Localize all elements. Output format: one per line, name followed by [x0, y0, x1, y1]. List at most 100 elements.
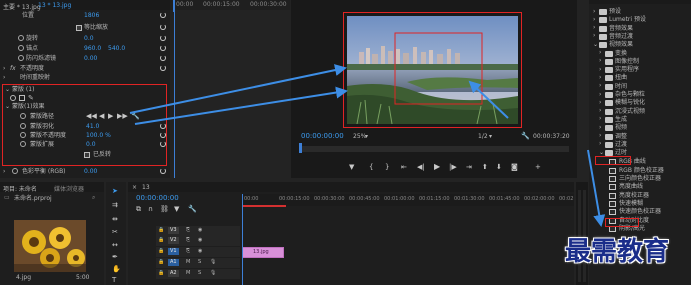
- program-timecode[interactable]: 00:00:00:00: [301, 133, 344, 140]
- expand-chevron-icon[interactable]: ›: [599, 58, 601, 64]
- mute-icon[interactable]: M: [186, 260, 190, 265]
- hand-tool-icon[interactable]: ✋: [112, 266, 121, 273]
- microphone-icon[interactable]: 🎙: [210, 260, 216, 265]
- effect-item[interactable]: 亮度曲线: [619, 184, 643, 190]
- chevron-down-icon[interactable]: ▾: [489, 134, 492, 140]
- effects-folder-item[interactable]: Lumetri 预设: [609, 17, 646, 23]
- pen-mask-icon[interactable]: ✎: [28, 95, 34, 102]
- expand-chevron-icon[interactable]: ⌄: [5, 87, 10, 93]
- track-label[interactable]: A2: [168, 270, 179, 277]
- stopwatch-icon[interactable]: [20, 123, 26, 129]
- anchor-y-value[interactable]: 540.0: [108, 46, 125, 52]
- sequence-tab[interactable]: 13 * 13.jpg: [38, 2, 71, 9]
- checkbox-icon[interactable]: [76, 25, 82, 31]
- add-marker-icon[interactable]: ▼: [349, 164, 354, 171]
- effects-folder-item[interactable]: 变换: [615, 50, 627, 57]
- sync-lock-icon[interactable]: ⎘: [186, 238, 190, 243]
- pen-tool-icon[interactable]: ✒: [112, 254, 118, 261]
- reset-icon[interactable]: [160, 65, 166, 71]
- antiflicker-value[interactable]: 0.00: [84, 56, 97, 62]
- camera-icon[interactable]: ◙: [511, 164, 518, 171]
- video-frame[interactable]: [347, 16, 518, 124]
- row-mask-name[interactable]: ⌄ 蒙版(1)效果: [0, 103, 170, 112]
- track-label[interactable]: A1: [168, 259, 179, 266]
- expand-chevron-icon[interactable]: ›: [599, 74, 601, 81]
- row-time-remap[interactable]: › 时间重映射: [0, 74, 170, 83]
- playhead[interactable]: [299, 143, 302, 153]
- media-browser-tab[interactable]: 媒体浏览器: [54, 184, 84, 193]
- anchor-x-value[interactable]: 960.0: [84, 46, 101, 52]
- wrench-icon[interactable]: 🔧: [131, 113, 140, 120]
- selection-tool-icon[interactable]: ➤: [112, 188, 118, 195]
- effects-folder-item[interactable]: 视频效果: [609, 42, 633, 48]
- clip-13-jpg[interactable]: 13.jpg: [242, 247, 284, 258]
- reset-icon[interactable]: [160, 12, 166, 18]
- bottom-effect-value[interactable]: 0.00: [84, 169, 97, 175]
- expand-chevron-icon[interactable]: ⌄: [5, 104, 10, 110]
- stopwatch-icon[interactable]: [18, 35, 24, 41]
- add-marker-icon[interactable]: ▼: [174, 206, 179, 213]
- effects-folder-item[interactable]: 调整: [615, 133, 627, 140]
- scrub-bar[interactable]: [299, 146, 569, 152]
- effects-folder-item[interactable]: 过渡: [615, 141, 627, 148]
- stopwatch-icon[interactable]: [20, 141, 26, 147]
- microphone-icon[interactable]: 🎙: [210, 271, 216, 276]
- reset-icon[interactable]: [160, 132, 166, 138]
- clip-tab[interactable]: 主要 * 13.jpg: [3, 2, 41, 11]
- effects-folder-item[interactable]: 时间: [615, 83, 627, 90]
- ellipse-mask-icon[interactable]: [10, 95, 16, 101]
- stopwatch-icon[interactable]: [18, 55, 24, 61]
- stopwatch-icon[interactable]: [12, 168, 18, 174]
- eye-icon[interactable]: ◉: [198, 238, 202, 243]
- stopwatch-icon[interactable]: [20, 113, 26, 119]
- expand-chevron-icon[interactable]: ›: [599, 133, 601, 139]
- effects-folder-item[interactable]: 音频效果: [609, 25, 633, 32]
- expand-chevron-icon[interactable]: ›: [599, 66, 601, 73]
- expand-chevron-icon[interactable]: ›: [593, 16, 595, 23]
- lock-icon[interactable]: 🔒: [158, 228, 164, 233]
- reset-icon[interactable]: [160, 168, 166, 174]
- stopwatch-icon[interactable]: [20, 132, 26, 138]
- effects-folder-item[interactable]: 模糊与锐化: [615, 100, 645, 106]
- solo-icon[interactable]: S: [198, 260, 201, 265]
- expand-chevron-icon[interactable]: ›: [599, 50, 601, 56]
- expand-chevron-icon[interactable]: ›: [593, 8, 595, 15]
- expand-chevron-icon[interactable]: ›: [599, 83, 601, 89]
- expand-chevron-icon[interactable]: ›: [599, 91, 601, 98]
- wrench-icon[interactable]: 🔧: [521, 133, 530, 140]
- expand-chevron-icon[interactable]: ›: [593, 25, 595, 31]
- effect-item[interactable]: 亮度校正器: [619, 192, 649, 199]
- reset-icon[interactable]: [160, 123, 166, 129]
- lock-icon[interactable]: 🔒: [158, 271, 164, 276]
- reset-icon[interactable]: [160, 24, 166, 30]
- effects-folder-item[interactable]: 生成: [615, 116, 627, 123]
- snap-icon[interactable]: ∩: [148, 206, 153, 213]
- expand-chevron-icon[interactable]: ›: [599, 141, 601, 147]
- track-backward-icon[interactable]: ◀◀: [86, 113, 97, 120]
- mask-expansion-value[interactable]: 0.0: [86, 142, 96, 148]
- track-forward-icon[interactable]: ▶: [108, 113, 113, 120]
- position-value[interactable]: 1806: [84, 13, 99, 19]
- resolution-select[interactable]: 1/2: [478, 134, 488, 140]
- effects-folder-item[interactable]: 扭曲: [615, 75, 627, 81]
- playhead-line[interactable]: [242, 194, 243, 285]
- effects-folder-item[interactable]: 音频过渡: [609, 33, 633, 40]
- effects-folder-item[interactable]: 杂色与颗粒: [615, 92, 645, 98]
- go-to-out-icon[interactable]: ⇥: [466, 164, 472, 171]
- timeline-timecode[interactable]: 00:00:00:00: [136, 195, 179, 202]
- effects-folder-item[interactable]: 沉浸式视频: [615, 108, 645, 115]
- reset-icon[interactable]: [160, 45, 166, 51]
- expand-chevron-icon[interactable]: ⌄: [593, 41, 598, 48]
- expand-chevron-icon[interactable]: ⌄: [599, 149, 604, 156]
- mute-icon[interactable]: M: [186, 271, 190, 276]
- effects-folder-item[interactable]: 视频: [615, 125, 627, 131]
- linked-selection-icon[interactable]: ⛓: [160, 206, 169, 213]
- expand-chevron-icon[interactable]: ›: [599, 116, 601, 122]
- effects-folder-item[interactable]: 图像控制: [615, 58, 639, 65]
- lock-icon[interactable]: 🔒: [158, 238, 164, 243]
- track-label[interactable]: V1: [168, 248, 179, 255]
- slip-tool-icon[interactable]: ↔: [112, 242, 118, 249]
- work-area-bar[interactable]: [242, 205, 286, 207]
- clip-thumbnail[interactable]: [14, 220, 86, 272]
- step-back-icon[interactable]: ◀|: [417, 164, 425, 171]
